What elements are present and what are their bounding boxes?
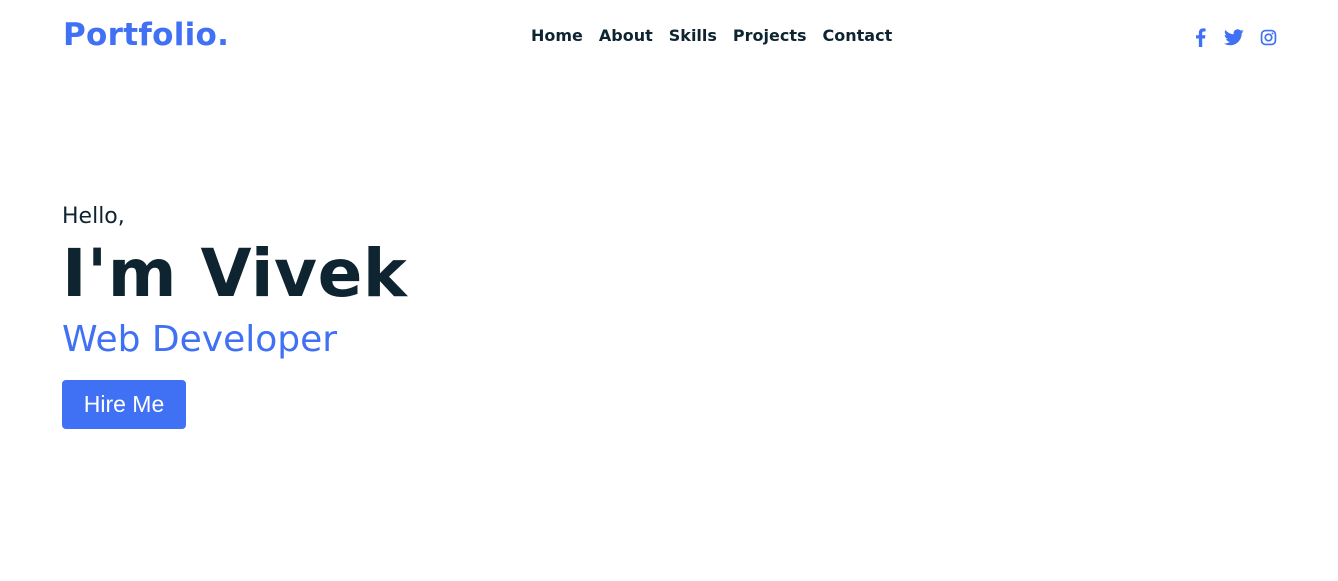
brand-logo[interactable]: Portfolio. — [63, 17, 229, 53]
nav-link-skills[interactable]: Skills — [669, 26, 717, 45]
instagram-link[interactable] — [1258, 27, 1278, 47]
hire-me-button[interactable]: Hire Me — [62, 380, 186, 429]
nav-link-contact[interactable]: Contact — [823, 26, 893, 45]
facebook-link[interactable] — [1190, 27, 1210, 47]
nav-item-home: Home — [531, 26, 583, 45]
hero-section: Hello, I'm Vivek Web Developer Hire Me — [62, 200, 762, 429]
nav-link-home[interactable]: Home — [531, 26, 583, 45]
navbar: Portfolio. Home About Skills Projects Co… — [0, 0, 1338, 76]
nav-item-projects: Projects — [733, 26, 807, 45]
social-links — [1190, 27, 1278, 47]
nav-link-about[interactable]: About — [599, 26, 653, 45]
hero-role: Web Developer — [62, 319, 338, 360]
nav-item-about: About — [599, 26, 653, 45]
instagram-icon — [1260, 29, 1277, 46]
nav-links: Home About Skills Projects Contact — [531, 26, 892, 45]
twitter-link[interactable] — [1224, 27, 1244, 47]
facebook-icon — [1195, 27, 1206, 47]
twitter-icon — [1224, 28, 1244, 46]
hero-name: I'm Vivek — [62, 235, 408, 312]
nav-item-skills: Skills — [669, 26, 717, 45]
page: Portfolio. Home About Skills Projects Co… — [0, 0, 1338, 581]
nav-link-projects[interactable]: Projects — [733, 26, 807, 45]
hero-greeting: Hello, — [62, 204, 125, 229]
nav-item-contact: Contact — [823, 26, 893, 45]
